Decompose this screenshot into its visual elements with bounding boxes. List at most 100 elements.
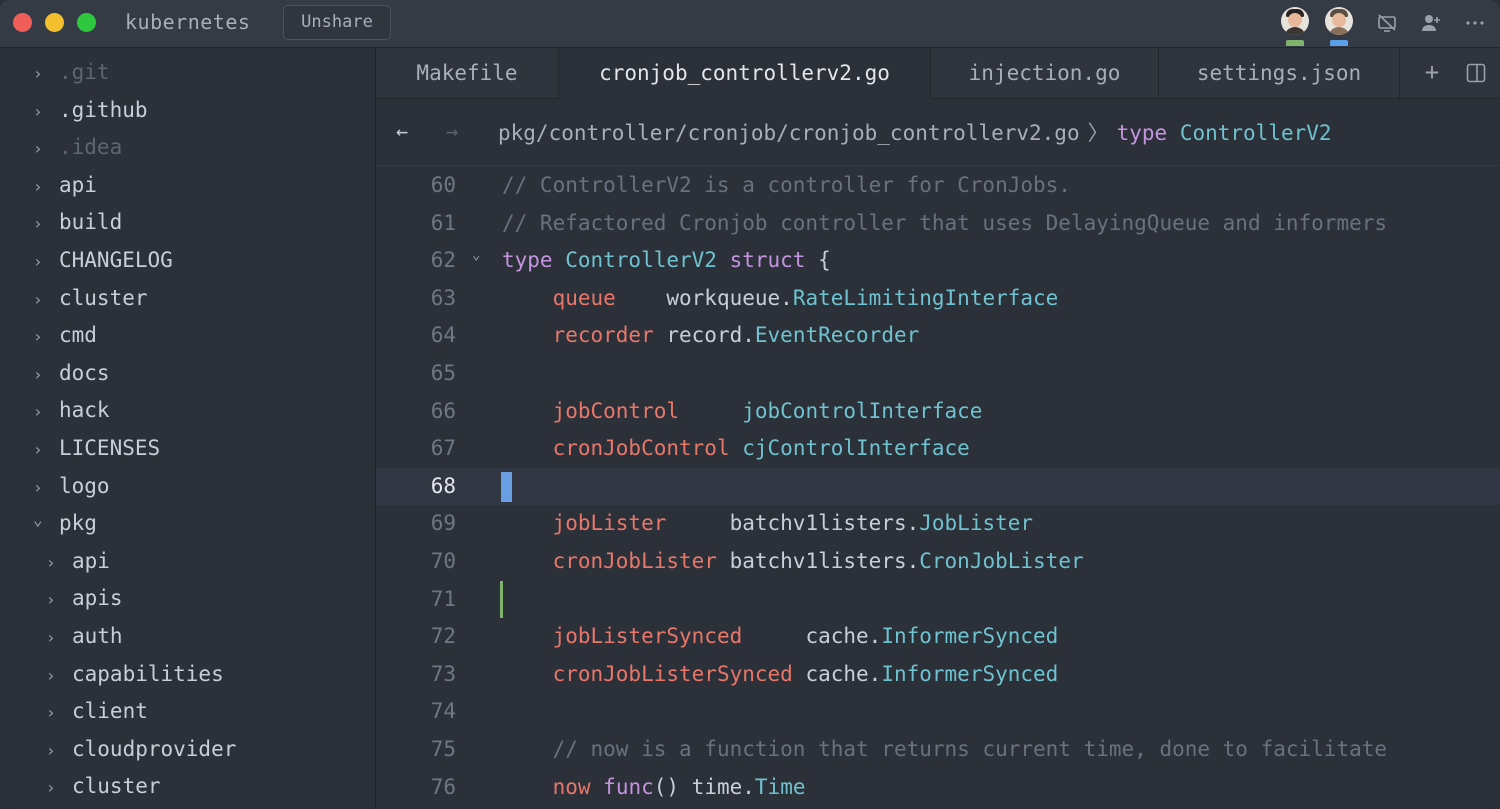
tree-item[interactable]: › cmd: [33, 317, 97, 353]
tree-item[interactable]: › .idea: [33, 129, 122, 165]
tree-item[interactable]: › auth: [46, 618, 123, 654]
tree-item[interactable]: › .github: [33, 92, 148, 128]
breadcrumb-file-path[interactable]: pkg/controller/cronjob/cronjob_controlle…: [498, 121, 1080, 145]
tree-item[interactable]: › apis: [46, 580, 123, 616]
tree-item[interactable]: › docs: [33, 355, 110, 391]
unshare-button[interactable]: Unshare: [283, 5, 391, 40]
chevron-right-icon[interactable]: ›: [46, 658, 64, 694]
chevron-right-icon[interactable]: ›: [46, 770, 64, 806]
maximize-window-button[interactable]: [77, 13, 96, 32]
code-text[interactable]: type ControllerV2 struct {: [502, 242, 831, 280]
tree-item[interactable]: › cloudprovider: [46, 731, 236, 767]
code-line[interactable]: 75 // now is a function that returns cur…: [376, 731, 1500, 769]
forward-arrow-icon[interactable]: →: [446, 119, 458, 143]
chevron-right-icon[interactable]: ›: [33, 131, 51, 167]
tree-item[interactable]: › .git: [33, 54, 110, 90]
code-token: InformerSynced: [881, 661, 1059, 686]
code-token: queue: [552, 285, 616, 310]
tree-item[interactable]: › CHANGELOG: [33, 242, 173, 278]
collaborator-avatar[interactable]: [1281, 7, 1309, 35]
line-number: 73: [430, 661, 456, 686]
screen-share-off-icon[interactable]: [1376, 12, 1398, 34]
more-options-icon[interactable]: [1464, 12, 1486, 34]
code-text[interactable]: cronJobListerSynced cache.InformerSynced: [502, 656, 1059, 694]
split-pane-icon[interactable]: [1466, 63, 1486, 83]
code-line[interactable]: 62 ⌄ type ControllerV2 struct {: [376, 242, 1500, 280]
code-text[interactable]: // Refactored Cronjob controller that us…: [502, 205, 1387, 243]
chevron-right-icon[interactable]: ›: [33, 394, 51, 430]
code-line[interactable]: 66 jobControl jobControlInterface: [376, 393, 1500, 431]
tree-item[interactable]: › api: [46, 543, 110, 579]
project-title[interactable]: kubernetes: [125, 10, 250, 34]
tree-item-label: capabilities: [72, 661, 224, 686]
code-text[interactable]: now func() time.Time: [502, 769, 806, 807]
fold-chevron-icon[interactable]: ⌄: [472, 237, 480, 275]
tree-item[interactable]: › hack: [33, 392, 110, 428]
tree-item[interactable]: › logo: [33, 468, 110, 504]
tree-item[interactable]: › api: [33, 167, 97, 203]
tab-injection[interactable]: injection.go: [931, 48, 1159, 98]
tree-item[interactable]: › LICENSES: [33, 430, 160, 466]
close-window-button[interactable]: [13, 13, 32, 32]
code-text[interactable]: // ControllerV2 is a controller for Cron…: [502, 167, 1071, 205]
code-line[interactable]: 73 cronJobListerSynced cache.InformerSyn…: [376, 656, 1500, 694]
chevron-down-icon[interactable]: ⌄: [33, 502, 51, 538]
chevron-right-icon[interactable]: ›: [46, 695, 64, 731]
code-line[interactable]: 61 // Refactored Cronjob controller that …: [376, 205, 1500, 243]
chevron-right-icon[interactable]: ›: [33, 169, 51, 205]
tree-item[interactable]: › capabilities: [46, 656, 224, 692]
chevron-right-icon[interactable]: ›: [33, 244, 51, 280]
code-line[interactable]: 68: [376, 467, 1500, 506]
chevron-right-icon[interactable]: ›: [46, 545, 64, 581]
chevron-right-icon[interactable]: ›: [33, 432, 51, 468]
chevron-right-icon[interactable]: ›: [46, 620, 64, 656]
chevron-right-icon[interactable]: ›: [33, 56, 51, 92]
add-collaborator-icon[interactable]: [1420, 12, 1442, 34]
chevron-right-icon[interactable]: ›: [46, 733, 64, 769]
code-line[interactable]: 69 jobLister batchv1listers.JobLister: [376, 505, 1500, 543]
breadcrumb-symbol-name[interactable]: ControllerV2: [1180, 121, 1332, 145]
tab-cronjob-controllerv2[interactable]: cronjob_controllerv2.go: [559, 48, 931, 99]
code-text[interactable]: // now is a function that returns curren…: [502, 731, 1387, 769]
tab-makefile[interactable]: Makefile: [376, 48, 559, 98]
new-tab-icon[interactable]: +: [1419, 58, 1445, 86]
code-line[interactable]: 63 queue workqueue.RateLimitingInterface: [376, 280, 1500, 318]
chevron-right-icon[interactable]: ›: [46, 582, 64, 618]
tab-settings-json[interactable]: settings.json: [1159, 48, 1400, 98]
code-line[interactable]: 71: [376, 580, 1500, 619]
code-line[interactable]: 76 now func() time.Time: [376, 769, 1500, 807]
tree-item[interactable]: › cluster: [46, 768, 161, 804]
code-token: record.: [653, 323, 755, 348]
tree-item[interactable]: › build: [33, 204, 122, 240]
code-text[interactable]: jobLister batchv1listers.JobLister: [502, 505, 1033, 543]
code-text[interactable]: queue workqueue.RateLimitingInterface: [502, 280, 1059, 318]
tree-item[interactable]: › client: [46, 693, 148, 729]
code-line[interactable]: 72 jobListerSynced cache.InformerSynced: [376, 618, 1500, 656]
code-line[interactable]: 60 // ControllerV2 is a controller for Cr…: [376, 167, 1500, 205]
code-line[interactable]: 65: [376, 355, 1500, 393]
chevron-right-icon[interactable]: ›: [33, 357, 51, 393]
code-text[interactable]: jobListerSynced cache.InformerSynced: [502, 618, 1059, 656]
code-text[interactable]: cronJobControl cjControlInterface: [502, 430, 970, 468]
chevron-right-icon[interactable]: ›: [33, 470, 51, 506]
tree-item[interactable]: ⌄ pkg: [33, 505, 97, 541]
code-text[interactable]: recorder record.EventRecorder: [502, 317, 920, 355]
minimize-window-button[interactable]: [45, 13, 64, 32]
breadcrumb-path[interactable]: pkg/controller/cronjob/cronjob_controlle…: [498, 117, 1332, 147]
chevron-right-icon[interactable]: ›: [33, 319, 51, 355]
chevron-right-icon[interactable]: ›: [33, 206, 51, 242]
code-line[interactable]: 67 cronJobControl cjControlInterface: [376, 430, 1500, 468]
editor-window: kubernetes Unshare › .git › .github › .idea › a…: [0, 0, 1500, 809]
code-line[interactable]: 74: [376, 693, 1500, 731]
tree-item[interactable]: › cluster: [33, 280, 148, 316]
collaborator-avatar[interactable]: [1325, 7, 1353, 35]
chevron-right-icon[interactable]: ›: [33, 94, 51, 130]
code-text[interactable]: cronJobLister batchv1listers.CronJobList…: [502, 543, 1084, 581]
code-editor[interactable]: 60 // ControllerV2 is a controller for Cr…: [376, 166, 1500, 809]
chevron-right-icon[interactable]: ›: [33, 282, 51, 318]
code-text[interactable]: jobControl jobControlInterface: [502, 393, 983, 431]
back-arrow-icon[interactable]: ←: [396, 119, 408, 143]
code-line[interactable]: 64 recorder record.EventRecorder: [376, 317, 1500, 355]
code-line[interactable]: 70 cronJobLister batchv1listers.CronJobL…: [376, 543, 1500, 581]
